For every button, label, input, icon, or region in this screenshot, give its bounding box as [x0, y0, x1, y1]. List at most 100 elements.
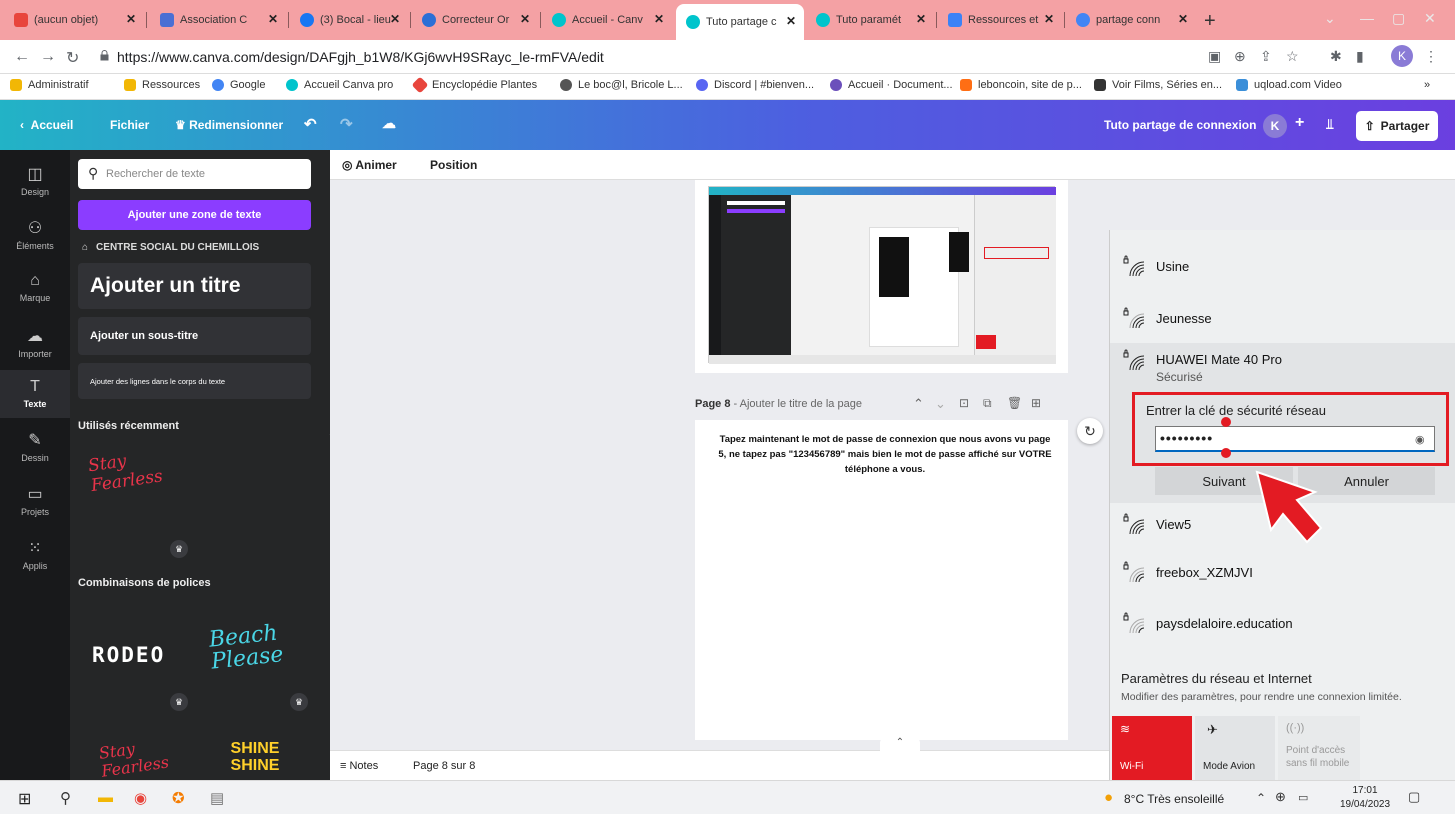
airplane-mode-toggle[interactable]: ✈ Mode Avion: [1195, 716, 1275, 780]
minimize-icon[interactable]: —: [1360, 10, 1374, 26]
lock-page-icon[interactable]: ⊡: [959, 396, 969, 410]
blender-icon[interactable]: ✪: [172, 789, 185, 807]
bookmark-item[interactable]: uqload.com Video: [1236, 79, 1342, 91]
reload-icon[interactable]: ↻: [66, 48, 79, 68]
battery-icon[interactable]: ▭: [1298, 791, 1308, 804]
browser-tab[interactable]: Correcteur Or ✕: [412, 6, 538, 34]
font-sample-shine[interactable]: SHINE SHINE: [220, 740, 290, 774]
more-bookmarks-button[interactable]: »: [1424, 79, 1430, 91]
network-globe-icon[interactable]: ⊕: [1275, 789, 1286, 805]
file-explorer-icon[interactable]: ▬: [98, 789, 113, 806]
weather-text[interactable]: 8°C Très ensoleillé: [1124, 792, 1224, 806]
rail-design[interactable]: ◫ Design: [0, 164, 70, 197]
bookmark-item[interactable]: Accueil Canva pro: [286, 79, 393, 91]
bookmark-item[interactable]: Le boc@l, Bricole L...: [560, 79, 683, 91]
printer-icon[interactable]: ▤: [210, 789, 224, 807]
tab-search-icon[interactable]: ⌄: [1324, 10, 1336, 27]
home-button[interactable]: ‹ Accueil: [20, 118, 73, 132]
add-page-icon[interactable]: ⊞: [1031, 396, 1041, 410]
rail-brand[interactable]: ⌂ Marque: [0, 272, 70, 303]
refresh-icon[interactable]: ↻: [1077, 418, 1103, 444]
rail-projects[interactable]: ▭ Projets: [0, 484, 70, 517]
clock-date[interactable]: 19/04/2023: [1335, 799, 1395, 810]
rail-text[interactable]: T Texte: [0, 370, 70, 418]
close-tab-icon[interactable]: ✕: [916, 12, 926, 26]
page-title[interactable]: Page 8 - Ajouter le titre de la page: [695, 398, 862, 410]
menu-icon[interactable]: ⋮: [1424, 48, 1438, 65]
forward-icon[interactable]: →: [40, 48, 56, 66]
sidepanel-icon[interactable]: ▮: [1356, 48, 1364, 65]
move-page-down-icon[interactable]: ⌄: [935, 396, 946, 412]
notes-button[interactable]: ≡ Notes: [340, 760, 378, 772]
close-tab-icon[interactable]: ✕: [1178, 12, 1188, 26]
back-icon[interactable]: ←: [14, 48, 30, 66]
close-tab-icon[interactable]: ✕: [390, 12, 400, 26]
screenshot-icon[interactable]: ▣: [1208, 48, 1221, 65]
bookmark-item[interactable]: Accueil · Document...: [830, 79, 953, 91]
network-item[interactable]: Usine: [1110, 240, 1455, 292]
bookmark-star-icon[interactable]: ☆: [1286, 48, 1299, 65]
browser-tab[interactable]: Tuto paramét ✕: [806, 6, 934, 34]
share-button[interactable]: ⇧ Partager: [1356, 111, 1438, 141]
bookmark-item[interactable]: Administratif: [10, 79, 89, 91]
maximize-icon[interactable]: ▢: [1392, 10, 1405, 27]
close-tab-icon[interactable]: ✕: [520, 12, 530, 26]
bookmark-item[interactable]: Discord | #bienven...: [696, 79, 814, 91]
network-item[interactable]: paysdelaloire.education: [1110, 597, 1455, 649]
close-tab-icon[interactable]: ✕: [126, 12, 136, 26]
duplicate-page-icon[interactable]: ⧉: [983, 396, 992, 411]
search-input[interactable]: ⚲ Rechercher de texte: [78, 159, 311, 189]
bookmark-item[interactable]: Voir Films, Séries en...: [1094, 79, 1222, 91]
add-collaborator-button[interactable]: +: [1295, 114, 1304, 132]
search-icon[interactable]: ⚲: [60, 789, 71, 807]
rail-elements[interactable]: ⚇ Éléments: [0, 218, 70, 251]
position-button[interactable]: Position: [430, 158, 477, 172]
browser-tab[interactable]: (3) Bocal - lieu ✕: [290, 6, 408, 34]
network-item[interactable]: freebox_XZMJVI: [1110, 546, 1455, 598]
redo-icon[interactable]: ↷: [340, 115, 353, 133]
close-tab-icon[interactable]: ✕: [1044, 12, 1054, 26]
user-avatar[interactable]: K: [1263, 114, 1287, 138]
undo-icon[interactable]: ↶: [304, 115, 317, 133]
close-window-icon[interactable]: ✕: [1424, 10, 1436, 27]
insights-icon[interactable]: ⫫: [1326, 116, 1334, 133]
font-sample-stay-fearless[interactable]: Stay Fearless: [87, 444, 183, 506]
rail-upload[interactable]: ☁ Importer: [0, 326, 70, 359]
font-sample-beach-please[interactable]: Beach Please: [208, 620, 302, 675]
add-body-card[interactable]: Ajouter des lignes dans le corps du text…: [78, 363, 311, 399]
rail-apps[interactable]: ⁙ Applis: [0, 538, 70, 571]
mobile-hotspot-toggle[interactable]: ((·)) Point d'accès sans fil mobile: [1278, 716, 1360, 780]
profile-avatar[interactable]: K: [1391, 45, 1413, 67]
share-page-icon[interactable]: ⇪: [1260, 48, 1272, 65]
close-tab-icon[interactable]: ✕: [654, 12, 664, 26]
url-field[interactable]: https://www.canva.com/design/DAFgjh_b1W8…: [117, 49, 604, 65]
network-settings-link[interactable]: Paramètres du réseau et Internet: [1121, 671, 1312, 686]
network-item[interactable]: Jeunesse: [1110, 292, 1455, 344]
close-tab-icon[interactable]: ✕: [268, 12, 278, 26]
add-subtitle-card[interactable]: Ajouter un sous-titre: [78, 317, 311, 355]
wifi-toggle[interactable]: ≋ Wi-Fi: [1112, 716, 1192, 780]
close-tab-icon[interactable]: ✕: [786, 14, 796, 28]
extensions-icon[interactable]: ✱: [1330, 48, 1342, 65]
delete-page-icon[interactable]: 🗑: [1007, 396, 1022, 410]
browser-tab[interactable]: partage conn ✕: [1066, 6, 1196, 34]
browser-tab[interactable]: Association C ✕: [150, 6, 286, 34]
move-page-up-icon[interactable]: ⌃: [913, 396, 924, 412]
browser-tab[interactable]: Accueil - Canv ✕: [542, 6, 672, 34]
page-counter[interactable]: Page 8 sur 8: [413, 760, 475, 772]
clock-time[interactable]: 17:01: [1340, 785, 1390, 796]
font-sample-stay-fearless[interactable]: Stay Fearless: [98, 735, 172, 781]
resize-button[interactable]: ♛ Redimensionner: [175, 118, 283, 132]
expand-pages-button[interactable]: ⌃: [880, 737, 920, 751]
zoom-icon[interactable]: ⊕: [1234, 48, 1246, 65]
document-title[interactable]: Tuto partage de connexion: [1104, 118, 1256, 132]
bookmark-item[interactable]: Ressources: [124, 79, 200, 91]
new-tab-button[interactable]: +: [1204, 10, 1216, 33]
rail-draw[interactable]: ✎ Dessin: [0, 430, 70, 463]
page-body-text[interactable]: Tapez maintenant le mot de passe de conn…: [715, 432, 1055, 478]
notifications-icon[interactable]: ▢: [1408, 789, 1420, 805]
animate-button[interactable]: ◎ Animer: [342, 158, 397, 172]
font-sample-rodeo[interactable]: RODEO: [92, 643, 165, 667]
add-text-box-button[interactable]: Ajouter une zone de texte: [78, 200, 311, 230]
add-title-card[interactable]: Ajouter un titre: [78, 263, 311, 309]
